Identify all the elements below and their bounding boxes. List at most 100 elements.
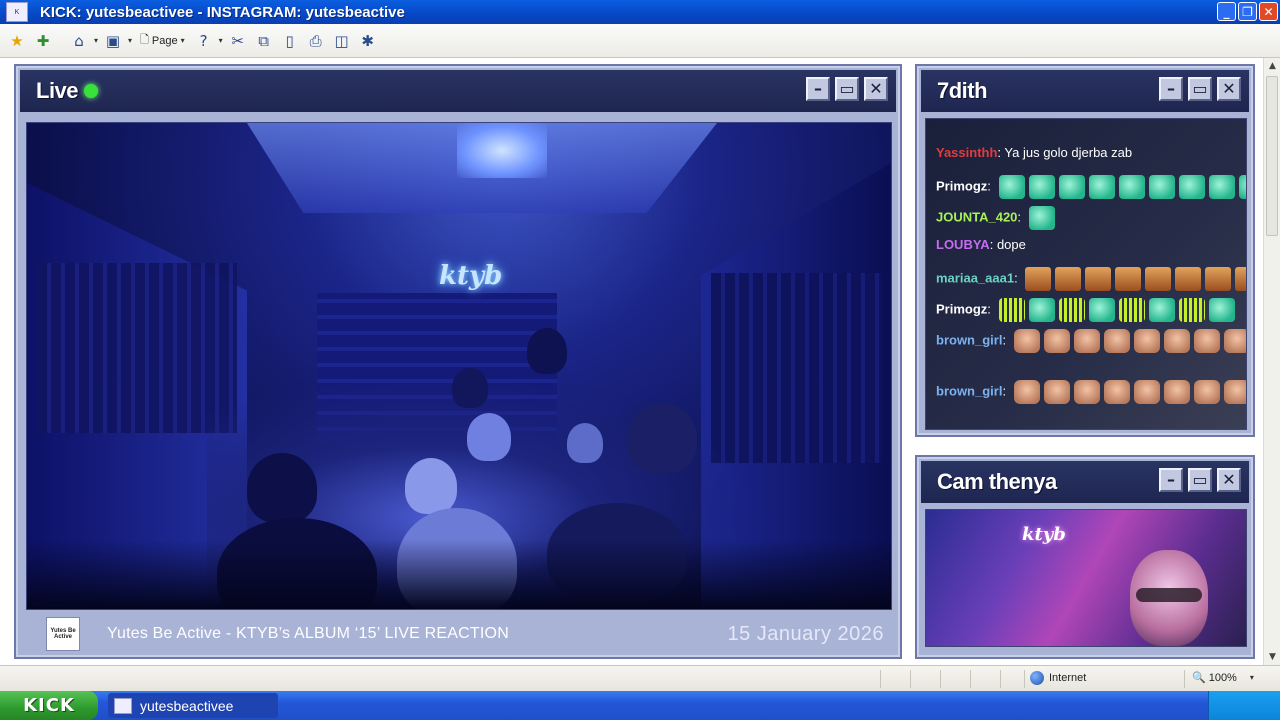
- chat-maximize-button[interactable]: ▭: [1188, 77, 1212, 101]
- panel-close-button[interactable]: ✕: [864, 77, 888, 101]
- kick-logo-icon: K: [6, 2, 28, 22]
- chat-panel-title: 7dith: [937, 78, 988, 103]
- hand-emote-icon: [1013, 380, 1040, 404]
- page-menu-button[interactable]: 🗋 Page ▾: [136, 31, 189, 50]
- stream-info-bar: Yutes Be Active Yutes Be Active - KTYB’s…: [26, 614, 892, 654]
- chat-username[interactable]: mariaa_aaa1: [936, 270, 1014, 285]
- chevron-down-icon: ▾: [180, 36, 185, 45]
- neon-sign: ktyb: [439, 261, 503, 291]
- start-label: KICK: [23, 695, 75, 716]
- bluetooth-icon[interactable]: ✱: [357, 30, 379, 52]
- minimize-button[interactable]: _: [1217, 2, 1236, 21]
- chat-message: Primogz:: [936, 175, 1246, 199]
- hand-emote-icon: [1133, 380, 1160, 404]
- start-button[interactable]: KICK: [0, 691, 98, 720]
- face-emote-icon: [1115, 267, 1142, 291]
- chat-panel-header: 7dith – ▭ ✕: [921, 70, 1249, 112]
- print-icon[interactable]: ⎙: [305, 30, 327, 52]
- research-icon[interactable]: ✂: [227, 30, 249, 52]
- chat-separator: :: [989, 237, 997, 252]
- dance-emote-icon: [1058, 175, 1085, 199]
- zoom-control[interactable]: 🔍 100% ▾: [1192, 671, 1254, 685]
- chat-username[interactable]: Primogz: [936, 178, 987, 193]
- copy-icon[interactable]: ⧉: [253, 30, 275, 52]
- window-titlebar: K KICK: yutesbeactivee - INSTAGRAM: yute…: [0, 0, 1280, 24]
- dance-emote-icon: [1088, 298, 1115, 322]
- hand-emote-icon: [1163, 380, 1190, 404]
- chat-username[interactable]: JOUNTA_420: [936, 209, 1017, 224]
- bar-emote-icon: [998, 298, 1025, 322]
- live-panel-header: Live – ▭ ✕: [20, 70, 896, 112]
- chat-username[interactable]: Yassinthh: [936, 145, 997, 160]
- chat-messages[interactable]: Yassinthh: Ya jus golo djerba zab Primogz…: [925, 118, 1247, 430]
- face-emote-icon: [1085, 267, 1112, 291]
- chat-username[interactable]: brown_girl: [936, 332, 1002, 347]
- scrollbar-thumb[interactable]: [1266, 76, 1278, 236]
- live-stream-video[interactable]: ktyb: [26, 122, 892, 610]
- kick-window-icon: [114, 697, 132, 714]
- live-indicator-icon: [84, 84, 99, 98]
- cam-close-button[interactable]: ✕: [1217, 468, 1241, 492]
- hand-emote-icon: [1103, 329, 1130, 353]
- window-controls: _ ❐ ✕: [1217, 2, 1278, 21]
- hand-emote-icon: [1223, 380, 1246, 404]
- taskbar-window-item[interactable]: yutesbeactivee: [108, 693, 278, 718]
- dance-emote-icon: [1118, 175, 1145, 199]
- fullscreen-icon[interactable]: ◫: [331, 30, 353, 52]
- close-button[interactable]: ✕: [1259, 2, 1278, 21]
- feeds-dropdown-icon[interactable]: ▾: [128, 36, 132, 45]
- hand-emote-icon: [1223, 329, 1246, 353]
- face-emote-icon: [1205, 267, 1232, 291]
- window-title: KICK: yutesbeactivee - INSTAGRAM: yutesb…: [40, 3, 405, 21]
- favorites-star-icon[interactable]: ★: [6, 30, 28, 52]
- chat-minimize-button[interactable]: –: [1159, 77, 1183, 101]
- chat-separator: :: [987, 178, 995, 194]
- channel-logo: Yutes Be Active: [46, 617, 80, 651]
- chat-message: LOUBYA: dope: [936, 237, 1026, 252]
- chat-username[interactable]: LOUBYA: [936, 237, 990, 252]
- help-icon[interactable]: ?: [193, 30, 215, 52]
- hand-emote-icon: [1043, 329, 1070, 353]
- chat-message: JOUNTA_420:: [936, 206, 1055, 230]
- magnifier-icon: 🔍: [1192, 672, 1206, 684]
- scroll-down-icon[interactable]: ▼: [1264, 649, 1280, 665]
- add-favorite-icon[interactable]: ✚: [32, 30, 54, 52]
- system-tray: [1208, 691, 1280, 720]
- cam-maximize-button[interactable]: ▭: [1188, 468, 1212, 492]
- dance-emote-icon: [1148, 175, 1175, 199]
- chat-text: Ya jus golo djerba zab: [1004, 145, 1133, 160]
- dance-emote-icon: [998, 175, 1025, 199]
- chat-close-button[interactable]: ✕: [1217, 77, 1241, 101]
- panel-maximize-button[interactable]: ▭: [835, 77, 859, 101]
- page-icon: 🗋: [140, 34, 149, 46]
- chat-message: Primogz:: [936, 298, 1235, 322]
- cam-panel-header: Cam thenya – ▭ ✕: [921, 461, 1249, 503]
- chat-username[interactable]: brown_girl: [936, 383, 1002, 398]
- hand-emote-icon: [1193, 380, 1220, 404]
- cam-neon-sign: ktyb: [1022, 524, 1066, 545]
- security-zone-label: Internet: [1049, 672, 1087, 684]
- vertical-scrollbar[interactable]: ▲ ▼: [1263, 58, 1280, 665]
- cam-minimize-button[interactable]: –: [1159, 468, 1183, 492]
- webcam-video[interactable]: ktyb: [925, 509, 1247, 647]
- dance-emote-icon: [1028, 298, 1055, 322]
- restore-button[interactable]: ❐: [1238, 2, 1257, 21]
- chat-separator: :: [1002, 332, 1010, 348]
- dance-emote-icon: [1148, 298, 1175, 322]
- face-emote-icon: [1235, 267, 1246, 291]
- hand-emote-icon: [1193, 329, 1220, 353]
- hand-emote-icon: [1073, 380, 1100, 404]
- scroll-up-icon[interactable]: ▲: [1264, 58, 1280, 74]
- zoom-level: 100%: [1208, 671, 1237, 684]
- chat-username[interactable]: Primogz: [936, 301, 987, 316]
- feeds-icon[interactable]: ▣: [102, 30, 124, 52]
- help-dropdown-icon[interactable]: ▾: [219, 36, 223, 45]
- home-dropdown-icon[interactable]: ▾: [94, 36, 98, 45]
- chat-separator: :: [987, 301, 995, 317]
- chat-separator: :: [1002, 383, 1010, 399]
- home-icon[interactable]: ⌂: [68, 30, 90, 52]
- bar-emote-icon: [1058, 298, 1085, 322]
- panel-minimize-button[interactable]: –: [806, 77, 830, 101]
- clipboard-icon[interactable]: ▯: [279, 30, 301, 52]
- hand-emote-icon: [1043, 380, 1070, 404]
